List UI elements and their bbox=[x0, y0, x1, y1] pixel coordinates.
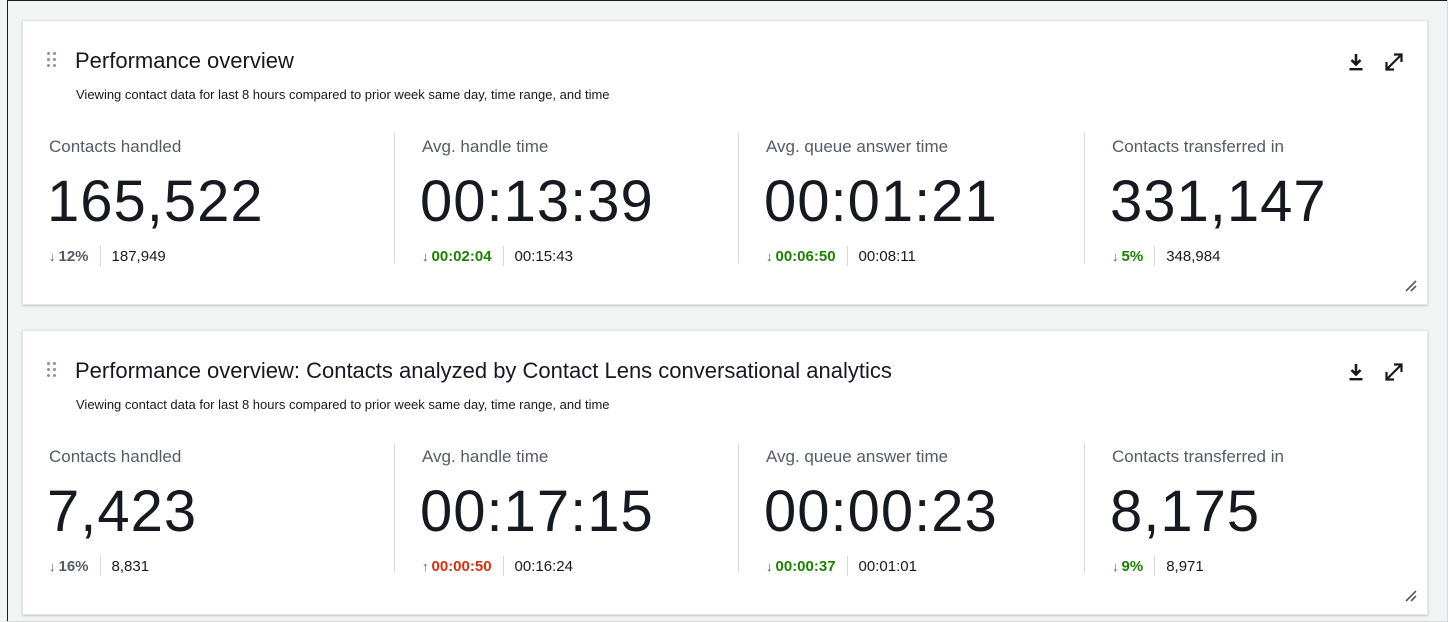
metric-label: Avg. handle time bbox=[422, 137, 549, 156]
divider bbox=[1084, 133, 1085, 263]
widget-subtitle: Viewing contact data for last 8 hours co… bbox=[76, 87, 610, 102]
arrow-down-icon: ↓ bbox=[1112, 248, 1119, 264]
metric-comparison: ↓ 00:02:04 00:15:43 bbox=[422, 244, 573, 268]
metrics-row: Contacts handled 7,423 ↓ 16% 8,831 Avg. h… bbox=[23, 441, 1427, 581]
divider bbox=[738, 133, 739, 263]
arrow-down-icon: ↓ bbox=[422, 248, 429, 264]
metric-label: Contacts transferred in bbox=[1112, 137, 1284, 156]
metric-value: 165,522 bbox=[47, 169, 264, 234]
arrow-up-icon: ↑ bbox=[422, 558, 429, 574]
metric-delta: ↓ 16% bbox=[49, 557, 89, 575]
divider bbox=[394, 443, 395, 573]
metric-comparison: ↓ 5% 348,984 bbox=[1112, 244, 1220, 268]
download-icon[interactable] bbox=[1345, 361, 1367, 383]
metric-delta: ↓ 00:02:04 bbox=[422, 247, 492, 265]
expand-icon[interactable] bbox=[1383, 361, 1405, 383]
metric-prior-value: 187,949 bbox=[111, 247, 166, 265]
divider bbox=[502, 556, 504, 576]
metric-value: 00:00:23 bbox=[764, 479, 998, 544]
arrow-down-icon: ↓ bbox=[766, 558, 773, 574]
metric-comparison: ↓ 00:06:50 00:08:11 bbox=[766, 244, 916, 268]
metric-prior-value: 00:01:01 bbox=[858, 557, 917, 575]
metric-comparison: ↓ 12% 187,949 bbox=[49, 244, 166, 268]
metric-comparison: ↓ 9% 8,971 bbox=[1112, 554, 1204, 578]
expand-icon[interactable] bbox=[1383, 51, 1405, 73]
metric-delta: ↓ 00:06:50 bbox=[766, 247, 836, 265]
drag-handle-icon[interactable] bbox=[47, 52, 57, 68]
metric-prior-value: 8,971 bbox=[1166, 557, 1204, 575]
divider bbox=[99, 246, 101, 266]
metric-comparison: ↓ 00:00:37 00:01:01 bbox=[766, 554, 917, 578]
metric-comparison: ↓ 16% 8,831 bbox=[49, 554, 149, 578]
contact-lens-performance-widget: Performance overview: Contacts analyzed … bbox=[22, 330, 1428, 615]
arrow-down-icon: ↓ bbox=[766, 248, 773, 264]
divider bbox=[1084, 443, 1085, 573]
metric-prior-value: 00:16:24 bbox=[514, 557, 573, 575]
download-icon[interactable] bbox=[1345, 51, 1367, 73]
metric-value: 8,175 bbox=[1110, 479, 1261, 544]
metric-prior-value: 8,831 bbox=[111, 557, 150, 575]
metric-delta: ↓ 5% bbox=[1112, 247, 1144, 265]
divider bbox=[738, 443, 739, 573]
divider bbox=[394, 133, 395, 263]
resize-handle-icon[interactable] bbox=[1403, 278, 1417, 292]
metric-value: 00:01:21 bbox=[764, 169, 998, 234]
metric-value: 00:13:39 bbox=[420, 169, 654, 234]
metric-label: Contacts handled bbox=[49, 137, 182, 156]
divider bbox=[99, 556, 101, 576]
widget-subtitle: Viewing contact data for last 8 hours co… bbox=[76, 397, 610, 412]
metric-label: Contacts handled bbox=[49, 447, 182, 466]
arrow-down-icon: ↓ bbox=[1112, 558, 1119, 574]
metric-comparison: ↑ 00:00:50 00:16:24 bbox=[422, 554, 573, 578]
metrics-row: Contacts handled 165,522 ↓ 12% 187,949 Av… bbox=[23, 131, 1427, 271]
metric-label: Avg. queue answer time bbox=[766, 137, 949, 156]
divider bbox=[1154, 246, 1156, 266]
metric-value: 00:17:15 bbox=[420, 479, 654, 544]
widget-title: Performance overview: Contacts analyzed … bbox=[75, 358, 892, 383]
metric-label: Avg. handle time bbox=[422, 447, 549, 466]
divider bbox=[846, 556, 848, 576]
metric-label: Avg. queue answer time bbox=[766, 447, 949, 466]
metric-label: Contacts transferred in bbox=[1112, 447, 1284, 466]
metric-value: 7,423 bbox=[47, 479, 198, 544]
resize-handle-icon[interactable] bbox=[1403, 588, 1417, 602]
divider bbox=[502, 246, 504, 266]
divider bbox=[1154, 556, 1156, 576]
metric-prior-value: 00:15:43 bbox=[514, 247, 573, 265]
performance-overview-widget: Performance overview Viewing contact dat… bbox=[22, 20, 1428, 305]
metric-delta: ↓ 9% bbox=[1112, 557, 1144, 575]
metric-prior-value: 348,984 bbox=[1166, 247, 1221, 265]
metric-delta: ↑ 00:00:50 bbox=[422, 557, 492, 575]
metric-delta: ↓ 00:00:37 bbox=[766, 557, 836, 575]
drag-handle-icon[interactable] bbox=[47, 362, 57, 378]
arrow-down-icon: ↓ bbox=[49, 248, 56, 264]
divider bbox=[846, 246, 848, 266]
metric-value: 331,147 bbox=[1110, 169, 1327, 234]
metric-delta: ↓ 12% bbox=[49, 247, 89, 265]
arrow-down-icon: ↓ bbox=[49, 558, 56, 574]
metric-prior-value: 00:08:11 bbox=[858, 247, 916, 265]
widget-title: Performance overview bbox=[75, 48, 294, 73]
